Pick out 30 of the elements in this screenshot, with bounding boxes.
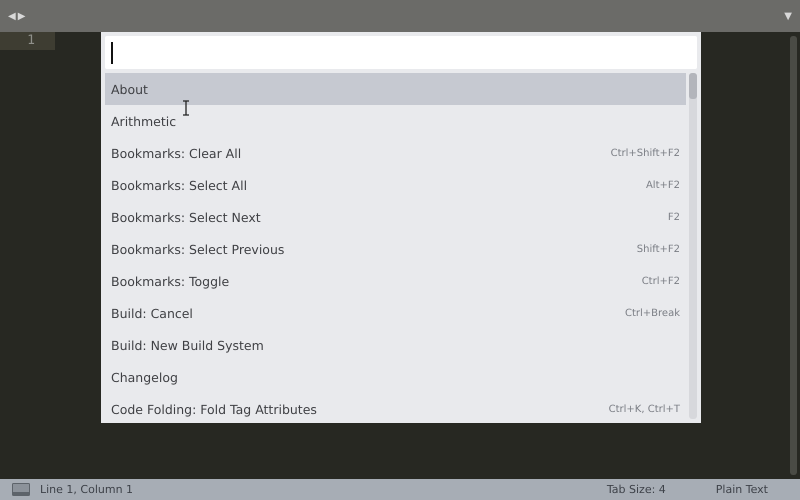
shortcut-label: Ctrl+K, Ctrl+T	[608, 404, 680, 414]
shortcut-label: Ctrl+F2	[642, 276, 680, 286]
line-number: 1	[0, 32, 55, 50]
shortcut-label: F2	[668, 212, 680, 222]
shortcut-label: Alt+F2	[646, 180, 680, 190]
shortcut-label: Ctrl+Break	[625, 308, 680, 318]
tab-menu-button[interactable]: ▼	[784, 10, 792, 22]
command-item[interactable]: Changelog	[105, 361, 686, 393]
command-item[interactable]: Bookmarks: Select All Alt+F2	[105, 169, 686, 201]
cursor-position[interactable]: Line 1, Column 1	[40, 483, 134, 496]
command-item[interactable]: Build: Cancel Ctrl+Break	[105, 297, 686, 329]
shortcut-label: Ctrl+Shift+F2	[610, 148, 680, 158]
scrollbar[interactable]	[790, 36, 797, 475]
command-item[interactable]: Arithmetic	[105, 105, 686, 137]
command-item[interactable]: Build: New Build System	[105, 329, 686, 361]
search-field[interactable]	[105, 36, 697, 69]
command-item[interactable]: Bookmarks: Select Previous Shift+F2	[105, 233, 686, 265]
previous-tab-button[interactable]: ◀	[8, 10, 16, 22]
panel-toggle-icon[interactable]	[12, 483, 30, 496]
tab-size-label[interactable]: Tab Size: 4	[606, 483, 666, 496]
command-item[interactable]: Bookmarks: Toggle Ctrl+F2	[105, 265, 686, 297]
command-item[interactable]: About	[105, 73, 686, 105]
command-item[interactable]: Bookmarks: Clear All Ctrl+Shift+F2	[105, 137, 686, 169]
text-cursor-icon	[182, 100, 190, 116]
command-item[interactable]: Code Folding: Fold Tag Attributes Ctrl+K, Ctrl+T	[105, 393, 686, 419]
scrollbar[interactable]	[689, 73, 697, 419]
next-tab-button[interactable]: ▶	[18, 10, 26, 22]
syntax-label[interactable]: Plain Text	[716, 483, 768, 496]
command-item[interactable]: Bookmarks: Select Next F2	[105, 201, 686, 233]
shortcut-label: Shift+F2	[636, 244, 680, 254]
